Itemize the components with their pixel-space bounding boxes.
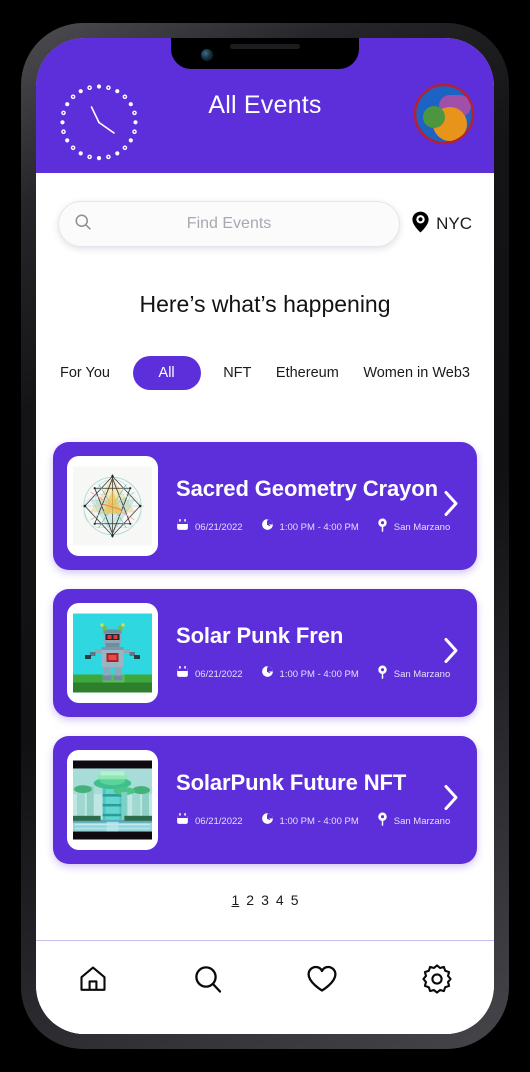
screenshot-stage: All Events Find Events NYC Here’s what’s… <box>0 0 530 1072</box>
filter-tabs: For You All NFT Ethereum Women in Web3 <box>36 356 494 390</box>
page-number-2[interactable]: 2 <box>246 892 254 908</box>
heart-icon <box>306 964 338 999</box>
location-selector[interactable]: NYC <box>410 210 476 239</box>
filter-tab-all[interactable]: All <box>132 356 201 390</box>
location-label: NYC <box>436 214 472 233</box>
clock-icon <box>261 812 274 830</box>
app-screen: All Events Find Events NYC Here’s what’s… <box>36 38 494 1034</box>
filter-tab-nft[interactable]: NFT <box>221 361 253 385</box>
filter-tab-for-you[interactable]: For You <box>58 361 112 385</box>
event-card[interactable]: Solar Punk Fren 06/21/2022 1:00 PM - 4:0… <box>53 589 477 717</box>
location-pin-icon <box>377 811 388 831</box>
calendar-icon <box>176 812 189 830</box>
event-meta: 06/21/2022 1:00 PM - 4:00 PM San Marzano <box>176 811 457 831</box>
event-location: San Marzano <box>377 811 450 831</box>
search-row: NYC <box>36 173 494 247</box>
location-pin-icon <box>410 210 431 239</box>
event-details: Sacred Geometry Crayon 06/21/2022 1:00 P… <box>158 476 463 537</box>
event-date: 06/21/2022 <box>176 518 243 536</box>
event-date: 06/21/2022 <box>176 665 243 683</box>
event-thumbnail-frame <box>67 750 158 850</box>
calendar-icon <box>176 518 189 536</box>
event-date-text: 06/21/2022 <box>195 815 243 827</box>
page-number-1[interactable]: 1 <box>232 892 240 908</box>
user-avatar[interactable] <box>413 83 475 145</box>
page-title: All Events <box>208 91 322 119</box>
event-time: 1:00 PM - 4:00 PM <box>261 665 359 683</box>
pagination: 1 2 3 4 5 <box>36 892 494 924</box>
event-location: San Marzano <box>377 517 450 537</box>
event-meta: 06/21/2022 1:00 PM - 4:00 PM San Marzano <box>176 664 457 684</box>
event-title: Sacred Geometry Crayon <box>176 475 438 501</box>
earpiece-speaker <box>230 44 300 49</box>
event-date-text: 06/21/2022 <box>195 521 243 533</box>
section-headline: Here’s what’s happening <box>139 291 391 317</box>
event-time-text: 1:00 PM - 4:00 PM <box>279 668 359 680</box>
nav-home-button[interactable] <box>66 959 120 1003</box>
event-card[interactable]: SolarPunk Future NFT 06/21/2022 1:00 PM … <box>53 736 477 864</box>
front-camera-icon <box>201 49 213 61</box>
page-number-5[interactable]: 5 <box>291 892 299 908</box>
event-list: Sacred Geometry Crayon 06/21/2022 1:00 P… <box>36 442 494 864</box>
bottom-navigation-bar <box>36 940 494 1034</box>
event-date-text: 06/21/2022 <box>195 668 243 680</box>
event-thumbnail-frame <box>67 456 158 556</box>
event-title: Solar Punk Fren <box>176 622 344 648</box>
calendar-icon <box>176 665 189 683</box>
nav-search-button[interactable] <box>181 959 235 1003</box>
location-pin-icon <box>377 664 388 684</box>
event-details: SolarPunk Future NFT 06/21/2022 1:00 PM … <box>158 770 463 831</box>
event-time-text: 1:00 PM - 4:00 PM <box>279 815 359 827</box>
sacred-geometry-art-thumbnail <box>73 462 152 550</box>
event-card[interactable]: Sacred Geometry Crayon 06/21/2022 1:00 P… <box>53 442 477 570</box>
home-icon <box>78 964 108 999</box>
search-input[interactable] <box>92 215 367 233</box>
page-number-3[interactable]: 3 <box>261 892 269 908</box>
event-location: San Marzano <box>377 664 450 684</box>
phone-frame: All Events Find Events NYC Here’s what’s… <box>21 23 509 1049</box>
clock-badge-logo-icon[interactable] <box>57 81 141 165</box>
clock-icon <box>261 665 274 683</box>
search-icon <box>74 213 92 236</box>
nav-favorites-button[interactable] <box>295 959 349 1003</box>
page-number-4[interactable]: 4 <box>276 892 284 908</box>
chevron-right-icon[interactable] <box>442 783 461 818</box>
event-title: SolarPunk Future NFT <box>176 769 407 795</box>
event-time: 1:00 PM - 4:00 PM <box>261 518 359 536</box>
solarpunk-city-art-thumbnail <box>73 756 152 844</box>
event-time: 1:00 PM - 4:00 PM <box>261 812 359 830</box>
location-pin-icon <box>377 517 388 537</box>
pixel-robot-art-thumbnail <box>73 609 152 697</box>
clock-icon <box>261 518 274 536</box>
filter-tab-ethereum[interactable]: Ethereum <box>274 361 341 385</box>
event-meta: 06/21/2022 1:00 PM - 4:00 PM San Marzano <box>176 517 457 537</box>
search-icon <box>192 963 224 1000</box>
search-box[interactable] <box>58 201 401 247</box>
app-body: NYC Here’s what’s happening For You All … <box>36 173 494 1034</box>
event-time-text: 1:00 PM - 4:00 PM <box>279 521 359 533</box>
chevron-right-icon[interactable] <box>442 636 461 671</box>
gear-icon <box>421 963 453 1000</box>
filter-tab-women-in-web3[interactable]: Women in Web3 <box>361 361 472 385</box>
event-date: 06/21/2022 <box>176 812 243 830</box>
phone-screen-bezel: All Events Find Events NYC Here’s what’s… <box>36 38 494 1034</box>
phone-notch <box>171 38 359 69</box>
nav-settings-button[interactable] <box>410 959 464 1003</box>
event-details: Solar Punk Fren 06/21/2022 1:00 PM - 4:0… <box>158 623 463 684</box>
event-thumbnail-frame <box>67 603 158 703</box>
chevron-right-icon[interactable] <box>442 489 461 524</box>
